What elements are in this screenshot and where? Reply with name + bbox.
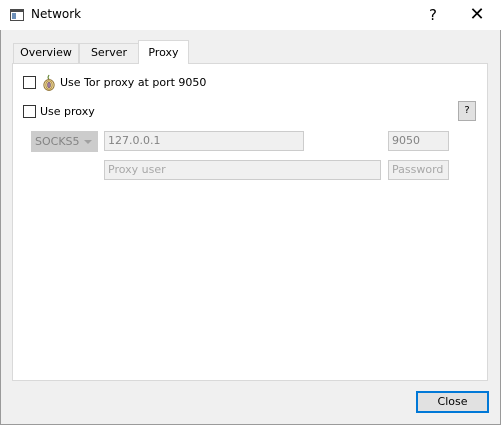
proxy-type-value: SOCKS5 xyxy=(35,135,80,148)
proxy-help-button[interactable]: ? xyxy=(458,101,476,121)
proxy-password-field[interactable]: Password xyxy=(388,160,449,180)
window-title: Network xyxy=(31,7,82,21)
tab-server[interactable]: Server xyxy=(79,43,139,63)
proxy-type-select[interactable]: SOCKS5 xyxy=(31,131,98,152)
tor-proxy-checkbox[interactable] xyxy=(23,76,36,89)
close-button[interactable]: Close xyxy=(416,391,489,413)
app-window-icon xyxy=(10,9,24,21)
tor-proxy-label: Use Tor proxy at port 9050 xyxy=(60,76,207,89)
title-help-button[interactable]: ? xyxy=(423,4,443,26)
use-proxy-checkbox[interactable] xyxy=(23,105,36,118)
use-proxy-label: Use proxy xyxy=(40,105,95,118)
proxy-host-field[interactable]: 127.0.0.1 xyxy=(104,131,304,151)
tab-overview[interactable]: Overview xyxy=(13,43,79,63)
proxy-port-field[interactable]: 9050 xyxy=(388,131,449,151)
title-close-button[interactable]: ✕ xyxy=(462,3,492,27)
proxy-user-field[interactable]: Proxy user xyxy=(104,160,381,180)
chevron-down-icon xyxy=(84,140,92,144)
tor-onion-icon xyxy=(43,74,55,91)
tab-proxy[interactable]: Proxy xyxy=(138,40,189,64)
